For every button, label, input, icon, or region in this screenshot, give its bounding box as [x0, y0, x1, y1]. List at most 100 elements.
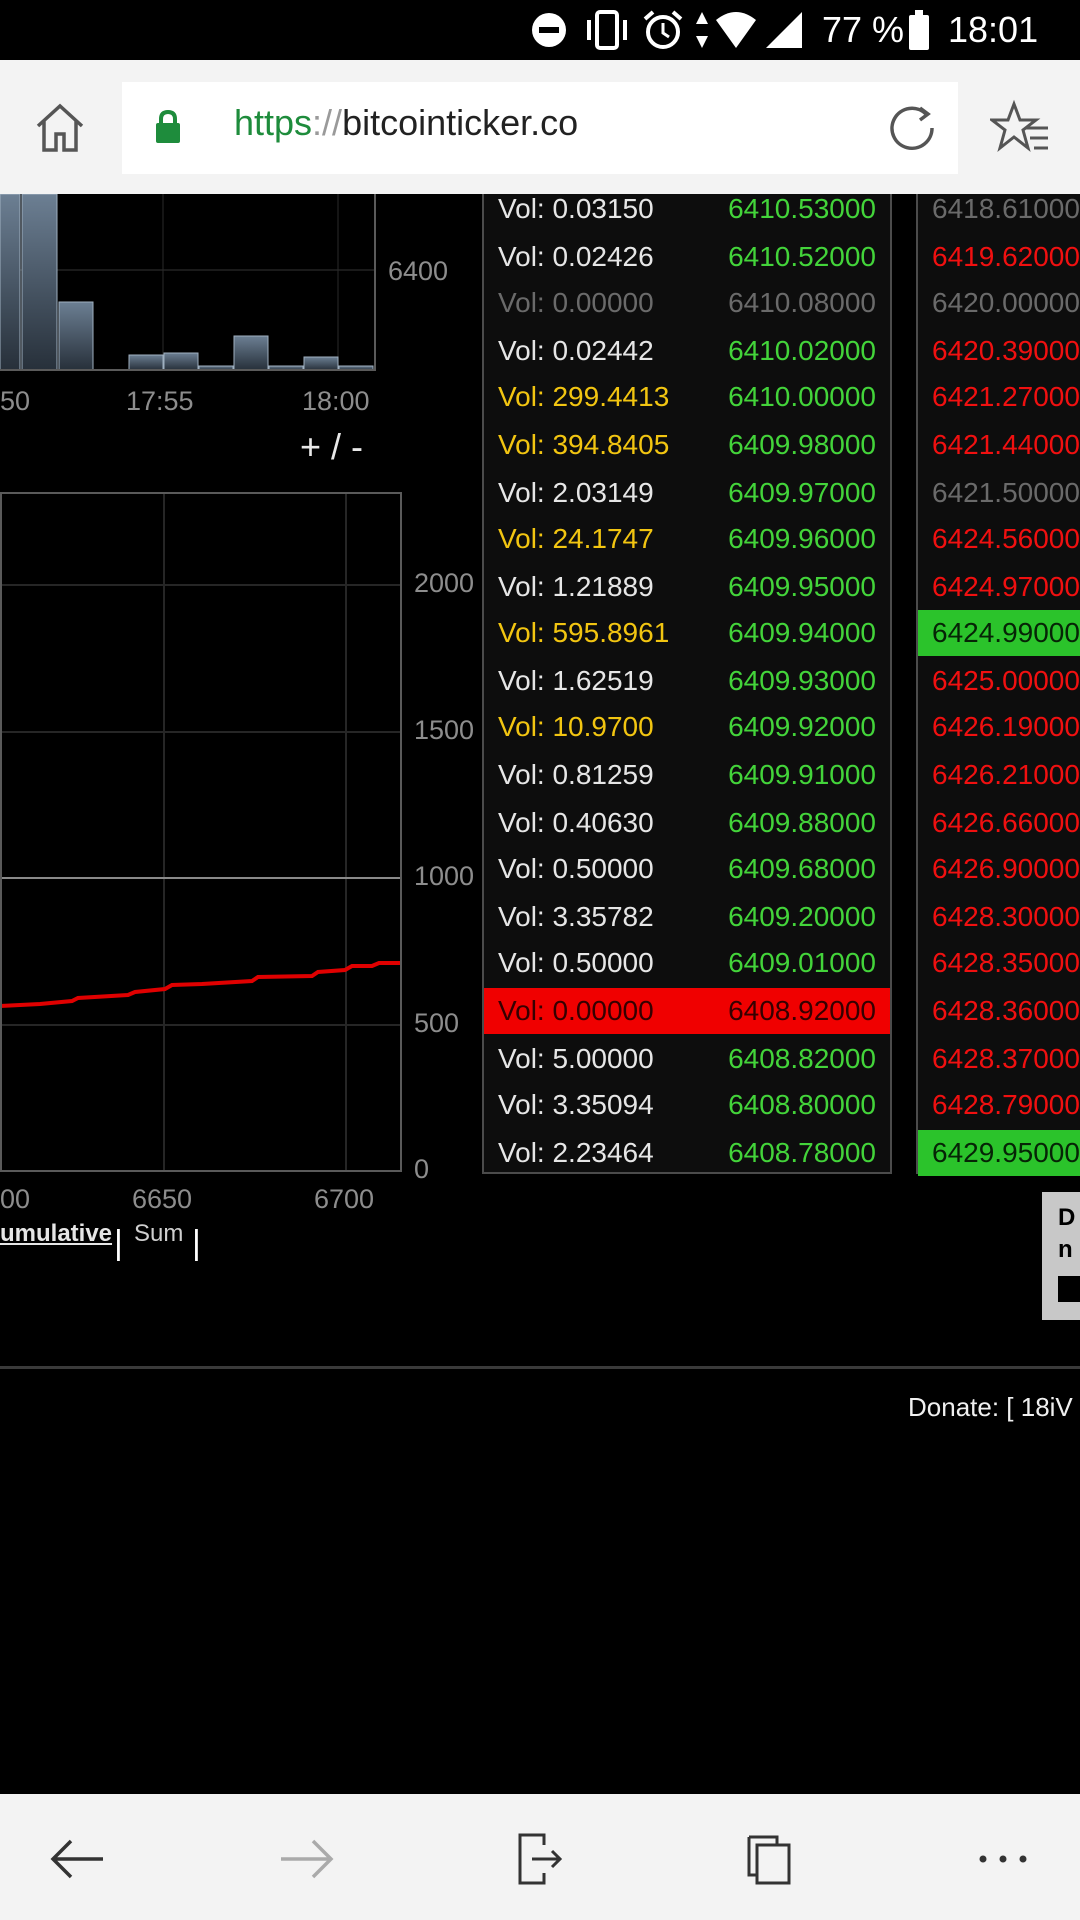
url-text[interactable]: https://bitcointicker.co — [234, 102, 578, 144]
bid-price: 6409.88000 — [728, 807, 876, 838]
ask-row: 6425.00000 — [918, 658, 1080, 704]
ask-row: 6421.27000 — [918, 374, 1080, 420]
ask-price: 6426.90000 — [932, 853, 1080, 884]
bids-table: Vol: 0.03150 6410.53000 Vol: 0.02426 6410.5… — [482, 194, 892, 1174]
bid-row: Vol: 394.8405 6409.98000 — [484, 422, 890, 468]
more-icon[interactable] — [958, 1814, 1048, 1904]
price-bar — [21, 194, 58, 371]
ask-row: 6429.95000 — [918, 1130, 1080, 1176]
bid-volume: Vol: 0.81259 — [498, 759, 654, 790]
partial-panel-button[interactable] — [1058, 1276, 1080, 1302]
depth-chart-y-tick: 1500 — [414, 715, 475, 745]
wifi-icon — [714, 8, 758, 52]
bid-price: 6409.95000 — [728, 571, 876, 602]
clock: 18:01 — [948, 9, 1039, 50]
ask-price: 6424.97000 — [932, 571, 1080, 602]
bid-row: Vol: 595.8961 6409.94000 — [484, 610, 890, 656]
depth-chart-x-tick: 6650 — [132, 1184, 193, 1214]
ask-price: 6420.00000 — [932, 287, 1080, 318]
tabs-icon[interactable] — [724, 1814, 814, 1904]
bid-row: Vol: 3.35782 6409.20000 — [484, 894, 890, 940]
ask-price: 6424.56000 — [932, 523, 1080, 554]
bid-row: Vol: 0.00000 6408.92000 — [484, 988, 890, 1034]
ask-row: 6418.61000 — [918, 194, 1080, 232]
mode-sum[interactable]: Sum — [134, 1220, 183, 1248]
ask-row: 6419.62000 — [918, 234, 1080, 280]
ask-price: 6426.66000 — [932, 807, 1080, 838]
bid-row: Vol: 0.03150 6410.53000 — [484, 194, 890, 232]
bid-price: 6408.80000 — [728, 1089, 876, 1120]
price-chart — [0, 194, 376, 371]
bid-price: 6409.91000 — [728, 759, 876, 790]
status-bar: 77 % 18:01 — [0, 0, 1080, 60]
bid-row: Vol: 2.23464 6408.78000 — [484, 1130, 890, 1176]
ask-row: 6428.30000 — [918, 894, 1080, 940]
ask-row: 6420.00000 — [918, 280, 1080, 326]
url-scheme: https — [234, 102, 313, 143]
bid-row: Vol: 0.02442 6410.02000 — [484, 328, 890, 374]
mode-separator: | — [192, 1224, 201, 1262]
bid-volume: Vol: 1.62519 — [498, 665, 654, 696]
home-icon[interactable] — [30, 98, 90, 158]
bid-price: 6410.08000 — [728, 287, 876, 318]
data-transfer-icon — [694, 8, 710, 52]
favorites-icon[interactable] — [987, 98, 1052, 158]
price-chart-x-tick: 17:55 — [126, 386, 194, 416]
ask-row: 6428.36000 — [918, 988, 1080, 1034]
bid-volume: Vol: 0.03150 — [498, 194, 654, 224]
vibrate-icon — [584, 8, 630, 52]
price-bar — [163, 352, 199, 371]
bid-volume: Vol: 0.50000 — [498, 853, 654, 884]
donate-text[interactable]: Donate: [ 18iV — [908, 1392, 1073, 1423]
ask-row: 6428.79000 — [918, 1082, 1080, 1128]
ask-price: 6420.39000 — [932, 335, 1080, 366]
ask-row: 6424.99000 — [918, 610, 1080, 656]
ask-row: 6426.19000 — [918, 704, 1080, 750]
reload-icon[interactable] — [886, 102, 938, 159]
depth-chart-y-tick: 500 — [414, 1008, 460, 1038]
back-icon[interactable] — [32, 1814, 122, 1904]
bid-volume: Vol: 3.35782 — [498, 901, 654, 932]
bid-volume: Vol: 595.8961 — [498, 617, 670, 648]
ask-price: 6428.35000 — [932, 947, 1080, 978]
bid-row: Vol: 10.9700 6409.92000 — [484, 704, 890, 750]
ask-row: 6421.50000 — [918, 470, 1080, 516]
ask-price: 6418.61000 — [932, 194, 1080, 224]
ask-price: 6428.37000 — [932, 1043, 1080, 1074]
bid-price: 6409.68000 — [728, 853, 876, 884]
mode-cumulative[interactable]: umulative — [0, 1220, 112, 1248]
bid-price: 6409.93000 — [728, 665, 876, 696]
ask-price: 6428.36000 — [932, 995, 1080, 1026]
depth-chart-x-tick: 00 — [0, 1184, 31, 1214]
partial-panel-text: n — [1058, 1236, 1073, 1263]
ask-row: 6426.21000 — [918, 752, 1080, 798]
bid-volume: Vol: 5.00000 — [498, 1043, 654, 1074]
ask-row: 6428.37000 — [918, 1036, 1080, 1082]
ask-price: 6425.00000 — [932, 665, 1080, 696]
address-bar[interactable]: https://bitcointicker.co — [122, 82, 958, 174]
bid-volume: Vol: 299.4413 — [498, 381, 670, 412]
bid-row: Vol: 5.00000 6408.82000 — [484, 1036, 890, 1082]
browser-toolbar: https://bitcointicker.co — [0, 60, 1080, 194]
web-content: 6400 50 17:55 18:00 + / - 2000 1500 1000… — [0, 194, 1080, 1794]
share-icon[interactable] — [494, 1814, 584, 1904]
url-host: bitcointicker.co — [342, 102, 579, 143]
bid-volume: Vol: 0.02426 — [498, 241, 654, 272]
bid-volume: Vol: 0.02442 — [498, 335, 654, 366]
ask-row: 6428.35000 — [918, 940, 1080, 986]
ask-price: 6419.62000 — [932, 241, 1080, 272]
zoom-toggle[interactable]: + / - — [300, 426, 363, 468]
price-chart-x-tick: 50 — [0, 386, 31, 416]
bid-volume: Vol: 0.00000 — [498, 995, 654, 1026]
ask-row: 6426.66000 — [918, 800, 1080, 846]
ask-price: 6424.99000 — [932, 617, 1080, 648]
signal-icon — [764, 8, 804, 52]
ask-price: 6428.30000 — [932, 901, 1080, 932]
ask-price: 6421.27000 — [932, 381, 1080, 412]
depth-chart-x-tick: 6700 — [314, 1184, 375, 1214]
alarm-icon — [642, 8, 684, 52]
depth-chart-y-tick: 0 — [414, 1154, 430, 1184]
forward-icon[interactable] — [262, 1814, 352, 1904]
bid-row: Vol: 24.1747 6409.96000 — [484, 516, 890, 562]
bid-price: 6410.02000 — [728, 335, 876, 366]
